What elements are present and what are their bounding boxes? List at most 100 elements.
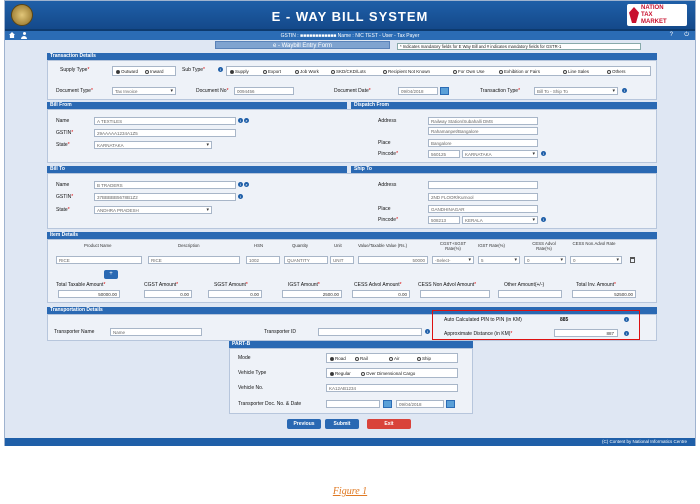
- dispatch-address-label: Address: [378, 118, 397, 124]
- bill-to-state-label: State*: [56, 207, 70, 213]
- bill-to-name-input[interactable]: B TRADERS: [94, 181, 236, 189]
- ship-address-line1[interactable]: [428, 181, 538, 189]
- supply-type-group: Outward Inward: [112, 66, 176, 76]
- bill-from-gstin-label: GSTIN*: [56, 130, 74, 136]
- col-igst: IGST Rate(%): [478, 243, 505, 248]
- dispatch-place-input[interactable]: Bangalore: [428, 139, 538, 147]
- col-value: Value/Taxable Value (Rs.): [358, 243, 408, 248]
- item-hsn-input[interactable]: 1002: [246, 256, 280, 264]
- ship-state-select[interactable]: KERALA: [462, 216, 538, 224]
- footer-bar: (C) Content by National Informatics Cent…: [5, 438, 695, 446]
- bill-to-gstin-info-icon[interactable]: i: [238, 194, 243, 199]
- cess-non-advol-amount-label: CESS Non Advol Amount*: [418, 282, 477, 288]
- radio-road[interactable]: Road: [330, 356, 346, 361]
- radio-outward[interactable]: Outward: [116, 69, 138, 74]
- doc-calendar-icon[interactable]: [446, 400, 455, 408]
- calendar-icon[interactable]: [440, 87, 449, 95]
- bill-to-state-select[interactable]: ANDHRA PRADESH: [94, 206, 212, 214]
- bill-to-name-info-icon[interactable]: i: [238, 182, 243, 187]
- item-cess-advol-select[interactable]: 0: [524, 256, 566, 264]
- radio-air[interactable]: Air: [389, 356, 400, 361]
- sub-type-info-icon[interactable]: i: [218, 67, 223, 72]
- transporter-id-input[interactable]: [318, 328, 422, 336]
- sgst-amount-value[interactable]: 0.00: [208, 290, 262, 298]
- submit-button[interactable]: Submit: [325, 419, 359, 429]
- ship-pincode-info-icon[interactable]: i: [541, 217, 546, 222]
- bill-from-name-info-icon[interactable]: i: [238, 118, 243, 123]
- document-type-select[interactable]: Tax Invoice: [112, 87, 176, 95]
- transporter-id-info-icon[interactable]: i: [425, 329, 430, 334]
- dispatch-address-line2[interactable]: Rahamanpet/Bangalore: [428, 127, 538, 135]
- vehicle-no-input[interactable]: KA12AB1234: [326, 384, 458, 392]
- bill-to-name-label: Name: [56, 182, 70, 188]
- transporter-doc-no-input[interactable]: [326, 400, 380, 408]
- radio-inward[interactable]: Inward: [145, 69, 164, 74]
- radio-export[interactable]: Export: [263, 69, 281, 74]
- radio-rail[interactable]: Rail: [355, 356, 368, 361]
- bill-to-name-search-icon[interactable]: ⌕: [244, 182, 249, 187]
- item-product-input[interactable]: RICE: [56, 256, 142, 264]
- transaction-type-info-icon[interactable]: i: [622, 88, 627, 93]
- dispatch-pincode-info-icon[interactable]: i: [541, 151, 546, 156]
- page-title: e - Waybill Entry Form: [215, 41, 390, 49]
- mode-group: Road Rail Air Ship: [326, 353, 458, 363]
- item-value-input[interactable]: 50000: [358, 256, 428, 264]
- radio-ship[interactable]: Ship: [417, 356, 431, 361]
- transporter-doc-date-input[interactable]: 09/04/2018: [396, 400, 444, 408]
- bill-from-name-input[interactable]: A TEXTILES: [94, 117, 236, 125]
- radio-skd-ckd[interactable]: SKD/CKD/Lots: [331, 69, 366, 74]
- dispatch-state-select[interactable]: KARNATAKA: [462, 150, 538, 158]
- cess-non-advol-amount-value[interactable]: [420, 290, 490, 298]
- sgst-amount-label: SGST Amount*: [214, 282, 248, 288]
- cess-advol-amount-value[interactable]: 0.00: [352, 290, 410, 298]
- logo-text-2: TAX: [641, 12, 653, 18]
- ship-pincode-input[interactable]: 508213: [428, 216, 460, 224]
- radio-own-use[interactable]: For Own Use: [453, 69, 485, 74]
- radio-supply[interactable]: Supply: [230, 69, 249, 74]
- bill-from-gstin-input[interactable]: 29AAAAA1234A1Z5: [94, 129, 236, 137]
- doc-calendar-icon-left[interactable]: [383, 400, 392, 408]
- exit-button[interactable]: Exit: [367, 419, 411, 429]
- ship-place-input[interactable]: GANDHINAGAR: [428, 205, 538, 213]
- item-quantity-input[interactable]: QUANTITY: [284, 256, 328, 264]
- ship-address-line2[interactable]: 2ND FLOOR/Kurnool: [428, 193, 538, 201]
- delete-row-icon[interactable]: [630, 257, 635, 263]
- ship-address-label: Address: [378, 182, 397, 188]
- radio-regular[interactable]: Regular: [330, 371, 351, 376]
- power-icon[interactable]: ⏻: [684, 32, 689, 39]
- other-amount-value[interactable]: [498, 290, 562, 298]
- radio-job-work[interactable]: Job Work: [295, 69, 319, 74]
- total-taxable-value[interactable]: 50000.00: [58, 290, 120, 298]
- item-cgst-select[interactable]: -Select-: [432, 256, 474, 264]
- transaction-type-select[interactable]: Bill To - Ship To: [534, 87, 618, 95]
- radio-odc[interactable]: Over Dimensional Cargo: [361, 371, 415, 376]
- transporter-name-input[interactable]: Name: [110, 328, 202, 336]
- dispatch-place-label: Place: [378, 140, 391, 146]
- document-date-input[interactable]: 09/04/2018: [398, 87, 438, 95]
- item-unit-input[interactable]: UNIT: [330, 256, 354, 264]
- bill-from-name-search-icon[interactable]: ⌕: [244, 118, 249, 123]
- col-cess-non-advol: CESS Non.Advol Rate: [572, 241, 616, 246]
- bill-to-gstin-input[interactable]: 37BBBBB5678B1Z2: [94, 193, 236, 201]
- col-cess-advol: CESS Advol Rate(%): [532, 241, 556, 251]
- dispatch-pincode-input[interactable]: 560125: [428, 150, 460, 158]
- previous-button[interactable]: Previous: [287, 419, 321, 429]
- radio-line-sales[interactable]: Line Sales: [563, 69, 589, 74]
- document-no-input[interactable]: 0094456: [234, 87, 294, 95]
- igst-amount-value[interactable]: 2500.00: [282, 290, 342, 298]
- bill-from-name-label: Name: [56, 118, 70, 124]
- dispatch-address-line1[interactable]: Railway Station/Subahalli DMS: [428, 117, 538, 125]
- radio-others[interactable]: Others: [607, 69, 626, 74]
- total-invoice-value[interactable]: 52500.00: [572, 290, 636, 298]
- item-description-input[interactable]: RICE: [148, 256, 240, 264]
- cgst-amount-value[interactable]: 0.00: [144, 290, 192, 298]
- ship-to-header: Ship To: [351, 166, 657, 173]
- nav-bar: GSTIN : ■■■■■■■■■■■■ Name : NIC TEST - U…: [5, 31, 695, 40]
- radio-exhibition[interactable]: Exhibition or Fairs: [499, 69, 540, 74]
- add-item-button[interactable]: +: [104, 270, 118, 279]
- bill-from-state-select[interactable]: KARNATAKA: [94, 141, 212, 149]
- item-cess-non-advol-select[interactable]: 0: [570, 256, 622, 264]
- radio-recipient-not-known[interactable]: Recipient Not Known: [383, 69, 430, 74]
- item-igst-select[interactable]: 5: [478, 256, 520, 264]
- help-icon[interactable]: ?: [670, 32, 673, 38]
